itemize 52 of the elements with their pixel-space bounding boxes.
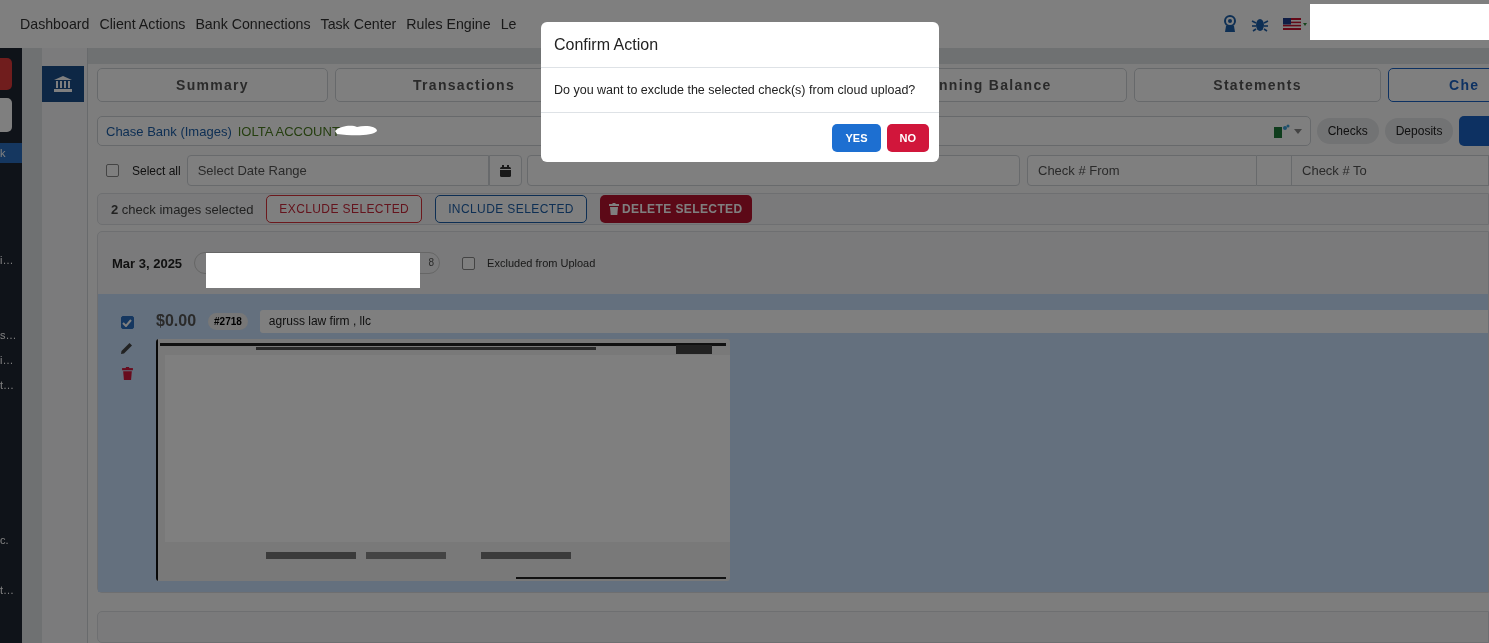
filter-chip[interactable]: Checks — [1316, 118, 1379, 144]
calendar-icon — [500, 164, 512, 177]
check-to-field[interactable]: Check # To — [1291, 155, 1489, 186]
sidebar-button[interactable] — [0, 98, 12, 132]
nav-link[interactable]: Dashboard — [20, 16, 90, 32]
yes-button[interactable]: YES — [832, 124, 881, 152]
group-date: Mar 3, 2025 — [112, 255, 183, 271]
caret-icon — [1293, 128, 1302, 134]
tab[interactable]: Summary — [97, 68, 328, 102]
date-range-field[interactable]: Select Date Range — [186, 155, 490, 186]
bank-logo-icon — [1273, 124, 1290, 138]
bank-name: Chase Bank (Images) — [106, 123, 232, 139]
nav-link[interactable]: Le — [500, 16, 517, 32]
trash-icon[interactable] — [121, 367, 133, 380]
checkbox[interactable] — [462, 256, 476, 270]
sidebar-item[interactable]: t… — [0, 375, 22, 395]
calendar-button[interactable] — [489, 155, 523, 186]
sidebar-item[interactable]: i… — [0, 350, 22, 370]
nav-link[interactable]: Task Center — [320, 16, 397, 32]
check-number-badge: #2718 — [208, 312, 248, 330]
excluded-label: Excluded from Upload — [487, 257, 596, 269]
sidebar-item[interactable]: i… — [0, 250, 22, 270]
nav-link[interactable]: Rules Engine — [406, 16, 491, 32]
filter-chip[interactable]: Deposits — [1384, 118, 1454, 144]
badge-icon[interactable] — [1223, 15, 1237, 33]
flag-icon[interactable] — [1283, 18, 1309, 30]
nav-link[interactable]: Bank Connections — [195, 16, 311, 32]
tab[interactable]: Statements — [1134, 68, 1381, 102]
checkbox[interactable] — [106, 164, 119, 177]
checkbox[interactable] — [120, 316, 134, 329]
exclude-button[interactable]: EXCLUDE SELECTED — [266, 195, 423, 223]
bank-tab[interactable] — [42, 66, 84, 102]
dialog-title: Confirm Action — [554, 35, 659, 54]
sidebar-item[interactable]: k — [0, 143, 22, 163]
sidebar-item[interactable]: c. — [0, 530, 22, 550]
nav-link[interactable]: Client Actions — [99, 16, 186, 32]
pencil-icon[interactable] — [121, 342, 133, 354]
account-name: IOLTA ACCOUNT — [237, 123, 340, 139]
no-button[interactable]: NO — [886, 124, 929, 152]
select-all-label: Select all — [132, 163, 181, 178]
check-from-field[interactable]: Check # From — [1027, 155, 1258, 186]
bank-icon — [54, 76, 72, 92]
sidebar-item[interactable]: t… — [0, 580, 22, 600]
bug-icon[interactable] — [1251, 16, 1269, 32]
selection-summary: 2 check images selected — [111, 201, 254, 217]
check-amount: $0.00 — [156, 312, 197, 330]
sidebar-item[interactable]: s… — [0, 325, 22, 345]
trash-icon — [608, 203, 619, 215]
payee-field[interactable]: agruss law firm , llc — [259, 309, 1488, 333]
tab[interactable]: Che — [1388, 68, 1489, 102]
include-button[interactable]: INCLUDE SELECTED — [435, 195, 587, 223]
delete-button[interactable]: DELETE SELECTED — [599, 195, 752, 223]
